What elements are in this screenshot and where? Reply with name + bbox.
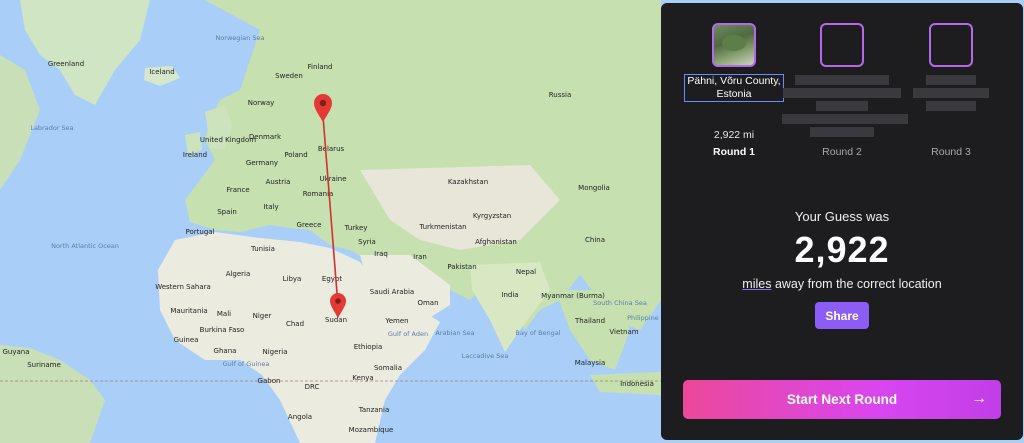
map-country-label: Saudi Arabia	[370, 288, 414, 296]
map-country-label: Algeria	[226, 270, 251, 278]
map-country-label: Western Sahara	[155, 283, 211, 291]
map-country-label: Ireland	[183, 151, 207, 159]
map-ocean-label: Arabian Sea	[435, 329, 474, 337]
map-country-label: Malaysia	[575, 359, 606, 367]
map-country-label: Italy	[263, 203, 278, 211]
map-country-label: Sudan	[325, 316, 347, 324]
round-1-slot: Pähni, Võru County, Estonia	[674, 23, 794, 102]
map-ocean-label: South China Sea	[593, 299, 647, 307]
map-country-label: Iraq	[374, 250, 388, 258]
round-2-thumbnail	[820, 23, 864, 67]
map-country-label: Afghanistan	[475, 238, 517, 246]
map-country-label: Greece	[297, 221, 322, 229]
map-country-label: Tunisia	[250, 245, 275, 253]
share-button[interactable]: Share	[815, 302, 869, 329]
map-ocean-label: Laccadive Sea	[462, 352, 509, 360]
map-country-label: Libya	[283, 275, 302, 283]
map-country-label: Nigeria	[262, 348, 287, 356]
map-country-label: Portugal	[186, 228, 215, 236]
round-3-label: Round 3	[931, 146, 971, 158]
map-country-label: Mozambique	[349, 426, 394, 434]
map-ocean-label: Labrador Sea	[30, 124, 73, 132]
map-country-label: Poland	[284, 151, 307, 159]
map-country-label: Germany	[246, 159, 278, 167]
arrow-right-icon: →	[971, 390, 987, 407]
map-country-label: China	[585, 236, 605, 244]
map-ocean-label: North Atlantic Ocean	[51, 242, 119, 250]
map-ocean-label: Norwegian Sea	[215, 34, 264, 42]
round-2-hidden-location	[782, 75, 908, 137]
map-country-label: Austria	[266, 178, 291, 186]
map-country-label: Somalia	[374, 364, 402, 372]
map-country-label: Ukraine	[319, 175, 346, 183]
map-country-label: Burkina Faso	[200, 326, 245, 334]
result-distance-value: 2,922	[794, 229, 890, 270]
round-1-thumbnail[interactable]	[712, 23, 756, 67]
start-next-round-button[interactable]: Start Next Round →	[683, 380, 1001, 419]
map-ocean-label: Bay of Bengal	[515, 329, 560, 337]
map-country-label: Syria	[358, 238, 376, 246]
map-country-label: Indonesia	[620, 380, 654, 388]
map-country-label: Turkmenistan	[418, 223, 466, 231]
map-country-label: Chad	[286, 320, 304, 328]
map-country-label: DRC	[305, 383, 320, 391]
map-country-label: Mauritania	[170, 307, 207, 315]
map-country-label: Norway	[248, 99, 275, 107]
map-country-label: Kazakhstan	[448, 178, 488, 186]
map-country-label: France	[226, 186, 249, 194]
map-country-label: Nepal	[516, 268, 536, 276]
map-country-label: United Kingdom	[200, 136, 256, 144]
results-panel: Pähni, Võru County, Estonia 2,922 mi Roun…	[661, 3, 1023, 440]
map-country-label: Mongolia	[578, 184, 610, 192]
map-country-label: Thailand	[574, 317, 605, 325]
round-3-thumbnail	[929, 23, 973, 67]
round-2-slot	[782, 23, 908, 140]
map-country-label: Sweden	[275, 72, 303, 80]
map-country-label: Russia	[549, 91, 572, 99]
result-description: miles away from the correct location	[661, 277, 1023, 291]
map-country-label: Guinea	[174, 336, 199, 344]
map-country-label: Ethiopia	[354, 343, 383, 351]
map-country-label: Oman	[417, 299, 438, 307]
result-title: Your Guess was	[794, 209, 890, 224]
map-country-label: Belarus	[318, 145, 345, 153]
map-country-label: Finland	[307, 63, 332, 71]
map-country-label: Greenland	[48, 60, 84, 68]
map-country-label: India	[501, 291, 518, 299]
round-1-label: Round 1	[713, 146, 755, 158]
round-3-slot	[891, 23, 1011, 114]
distance-unit-toggle[interactable]: miles	[742, 277, 771, 291]
map-country-label: Guyana	[2, 348, 29, 356]
map-country-label: Iran	[413, 253, 427, 261]
round-1-distance: 2,922 mi	[713, 129, 755, 141]
map-country-label: Spain	[217, 208, 237, 216]
round-2-label: Round 2	[822, 146, 862, 158]
map-ocean-label: Gulf of Guinea	[223, 360, 270, 368]
map-country-label: Vietnam	[609, 328, 638, 336]
map-ocean-label: Gulf of Aden	[388, 330, 428, 338]
map-country-label: Yemen	[384, 317, 408, 325]
map-country-label: Kyrgyzstan	[473, 212, 511, 220]
start-next-round-label: Start Next Round	[786, 392, 898, 407]
map-country-label: Turkey	[344, 224, 368, 232]
map-country-label: Mali	[217, 310, 231, 318]
map-country-label: Niger	[253, 312, 272, 320]
map-country-label: Egypt	[322, 275, 342, 283]
map-country-label: Gabon	[258, 377, 281, 385]
map-country-label: Ghana	[214, 347, 237, 355]
round-1-location-name: Pähni, Võru County, Estonia	[684, 74, 784, 102]
map-country-label: Iceland	[149, 68, 174, 76]
map-country-label: Pakistan	[447, 263, 476, 271]
result-suffix: away from the correct location	[771, 277, 942, 291]
map-country-label: Kenya	[352, 374, 373, 382]
map-country-label: Suriname	[27, 361, 61, 369]
round-3-hidden-location	[891, 75, 1011, 111]
map-country-label: Angola	[288, 413, 312, 421]
map-country-label: Tanzania	[358, 406, 389, 414]
